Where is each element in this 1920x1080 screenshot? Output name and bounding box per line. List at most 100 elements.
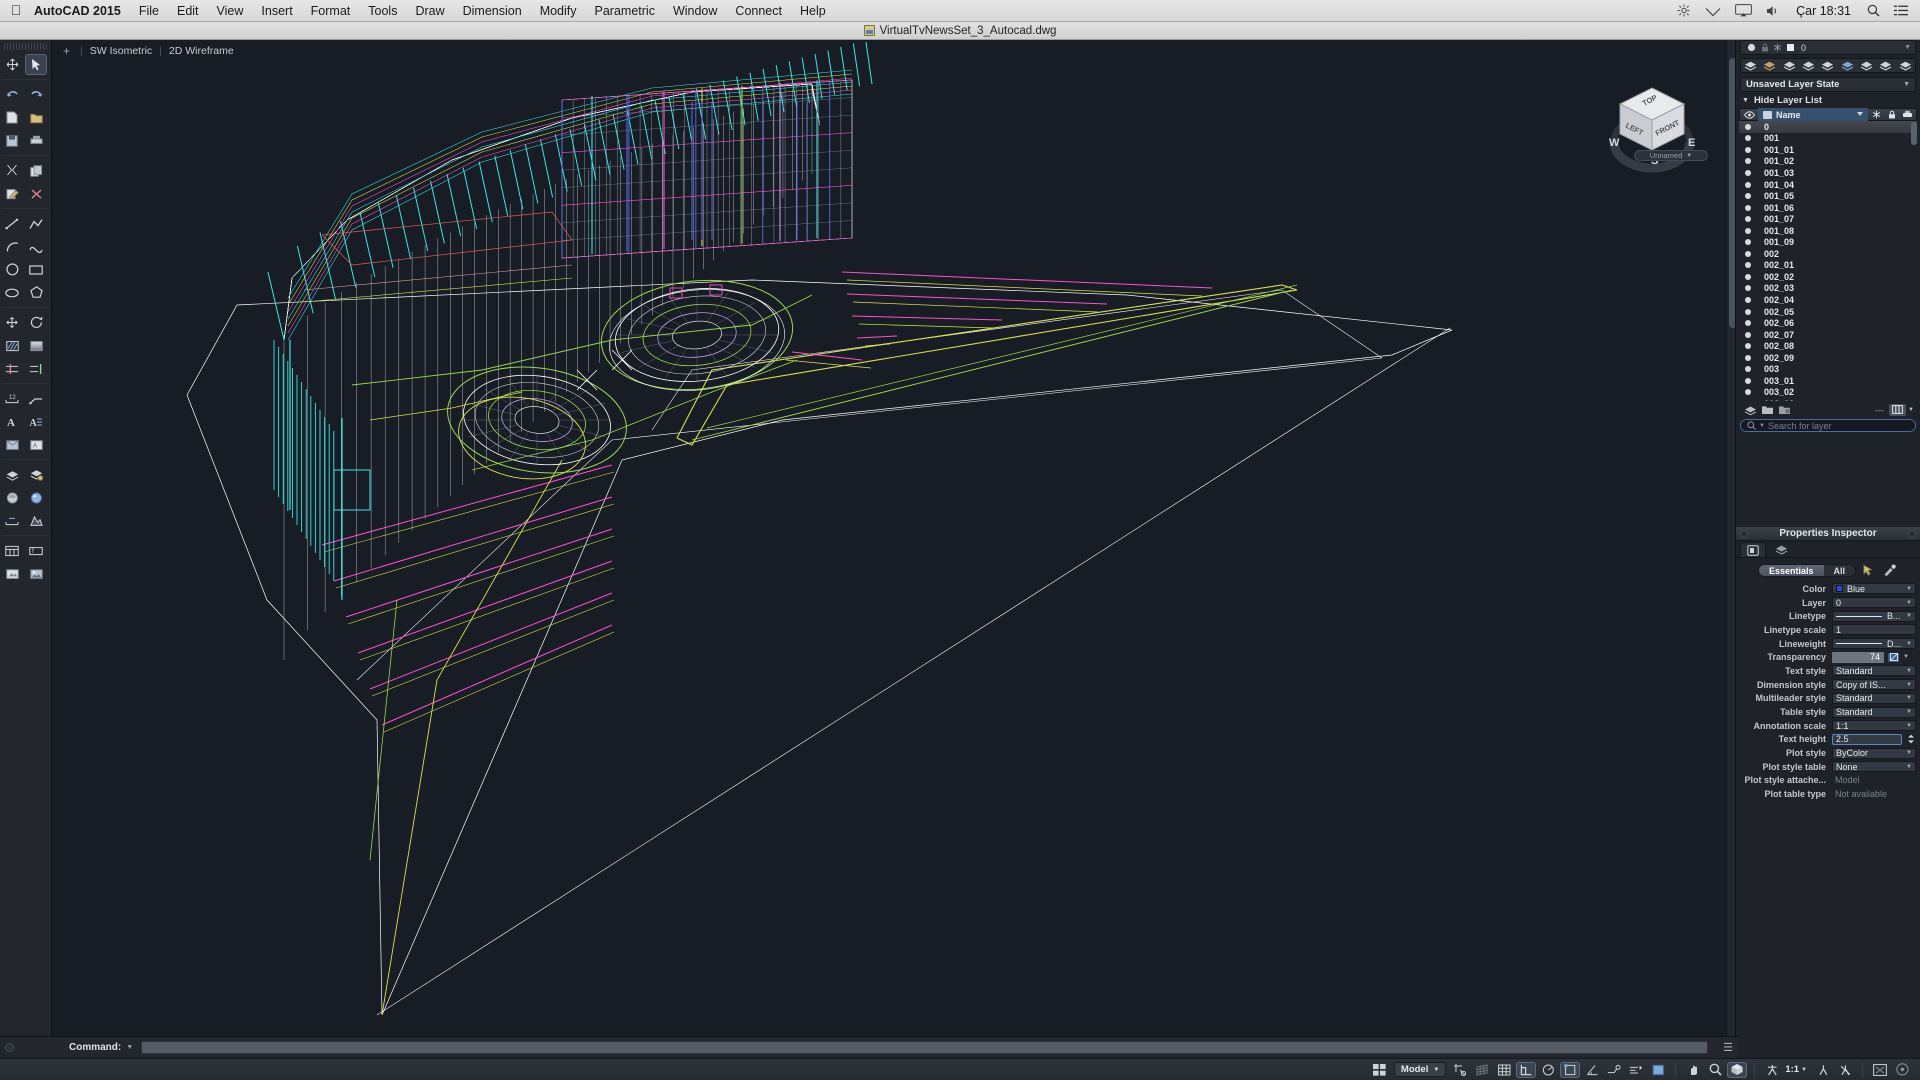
- menubar-clock[interactable]: Çar 18:31: [1787, 0, 1860, 22]
- layer-visibility-toggle[interactable]: [1739, 389, 1757, 396]
- segment-all[interactable]: All: [1823, 564, 1856, 576]
- layer-row[interactable]: 002_02: [1739, 271, 1917, 283]
- save-icon[interactable]: [1, 130, 23, 151]
- menu-edit[interactable]: Edit: [168, 0, 208, 22]
- zoom-icon[interactable]: [1705, 1062, 1725, 1078]
- layer-search-field[interactable]: ▼ Search for layer: [1740, 419, 1916, 432]
- toolbar-grip[interactable]: [4, 43, 47, 50]
- material-icon[interactable]: [25, 487, 47, 508]
- property-value-field[interactable]: ByColor ▼: [1832, 747, 1916, 759]
- annotation-auto-scale-icon[interactable]: [1835, 1062, 1855, 1078]
- ellipse-icon[interactable]: [1, 282, 23, 303]
- layer-row[interactable]: 002_05: [1739, 306, 1917, 318]
- dynamic-input-icon[interactable]: [1648, 1062, 1668, 1078]
- segment-essentials[interactable]: Essentials: [1758, 564, 1824, 576]
- menu-file[interactable]: File: [130, 0, 168, 22]
- layer-off-tool-icon[interactable]: [1820, 59, 1836, 72]
- layer-visibility-toggle[interactable]: [1739, 273, 1757, 280]
- grid-display-icon[interactable]: [1472, 1062, 1492, 1078]
- menu-modify[interactable]: Modify: [531, 0, 586, 22]
- column-name-header[interactable]: Name: [1758, 108, 1868, 121]
- layer-visibility-toggle[interactable]: [1739, 158, 1757, 165]
- erase-icon[interactable]: [25, 183, 47, 204]
- visual-style-label[interactable]: 2D Wireframe: [165, 45, 238, 57]
- drawing-canvas[interactable]: [52, 40, 1726, 1049]
- layer-icon[interactable]: [1, 464, 23, 485]
- layer-visibility-toggle[interactable]: [1739, 331, 1757, 338]
- angle-snap-icon[interactable]: [1582, 1062, 1602, 1078]
- new-layer-filter-icon[interactable]: [1776, 404, 1793, 416]
- layer-row[interactable]: 001_05: [1739, 190, 1917, 202]
- annotation-scale-icon[interactable]: [1762, 1062, 1782, 1078]
- menu-parametric[interactable]: Parametric: [586, 0, 664, 22]
- layer-visibility-toggle[interactable]: [1739, 308, 1757, 315]
- snap-icon[interactable]: [1450, 1062, 1470, 1078]
- lock-icon[interactable]: [1884, 108, 1899, 121]
- leader-icon[interactable]: [25, 388, 47, 409]
- layer-lock-icon[interactable]: [1758, 42, 1771, 54]
- layer-visibility-toggle[interactable]: [1739, 250, 1757, 257]
- command-history-icon[interactable]: ☰: [1718, 1041, 1738, 1054]
- measure-icon[interactable]: [1, 510, 23, 531]
- layer-row[interactable]: 003_02: [1739, 387, 1917, 399]
- move2-icon[interactable]: [1, 312, 23, 333]
- render-icon[interactable]: [1, 487, 23, 508]
- view-cube[interactable]: W E S N TOP LEFT FRONT: [1604, 80, 1700, 188]
- layer-row[interactable]: 001_06: [1739, 202, 1917, 214]
- layer-row[interactable]: 001_03: [1739, 167, 1917, 179]
- command-line-grip[interactable]: [5, 1043, 14, 1052]
- layer-view-mode-icon[interactable]: [1889, 403, 1907, 416]
- polar-tracking-icon[interactable]: [1538, 1062, 1558, 1078]
- layer-row[interactable]: 001_09: [1739, 236, 1917, 248]
- wifi-icon[interactable]: [1698, 0, 1728, 22]
- otrack-icon[interactable]: [1604, 1062, 1624, 1078]
- select-icon[interactable]: [25, 54, 47, 75]
- layer-row[interactable]: 002_04: [1739, 294, 1917, 306]
- menu-app-name[interactable]: AutoCAD 2015: [32, 0, 130, 22]
- menu-tools[interactable]: Tools: [359, 0, 406, 22]
- viewcube-name-dropdown[interactable]: Unnamed ▼: [1634, 150, 1708, 161]
- property-value-field[interactable]: 0 ▼: [1832, 597, 1916, 609]
- layer-on-icon[interactable]: [1745, 42, 1758, 54]
- essentials-all-segment[interactable]: Essentials All: [1757, 563, 1857, 577]
- match-properties-icon[interactable]: [1881, 563, 1898, 577]
- volume-icon[interactable]: [1759, 0, 1787, 22]
- menu-format[interactable]: Format: [302, 0, 360, 22]
- layer-row[interactable]: 002_07: [1739, 329, 1917, 341]
- layout-grid-icon[interactable]: [1370, 1062, 1390, 1078]
- layer-row[interactable]: 001_02: [1739, 156, 1917, 168]
- property-value-field[interactable]: D... ▼: [1832, 638, 1916, 650]
- layer-visibility-toggle[interactable]: [1739, 285, 1757, 292]
- menu-help[interactable]: Help: [791, 0, 835, 22]
- chevron-down-icon[interactable]: ▼: [126, 1044, 133, 1051]
- layer-visibility-toggle[interactable]: [1739, 169, 1757, 176]
- layer-visibility-toggle[interactable]: [1739, 181, 1757, 188]
- xref-icon[interactable]: [1, 563, 23, 584]
- new-icon[interactable]: [1, 107, 23, 128]
- layer-visibility-toggle[interactable]: [1739, 135, 1757, 142]
- chevron-down-icon[interactable]: ▼: [1801, 1067, 1812, 1073]
- airplay-icon[interactable]: [1670, 0, 1698, 22]
- chevron-down-icon[interactable]: ▼: [1759, 423, 1765, 429]
- layer-properties-icon[interactable]: [1743, 59, 1759, 72]
- current-layer-row[interactable]: 0 ▼: [1740, 40, 1916, 55]
- chevron-down-icon[interactable]: ▼: [1904, 44, 1911, 51]
- layer-unlock-tool-icon[interactable]: [1897, 59, 1913, 72]
- copy-icon[interactable]: [25, 160, 47, 181]
- layer-turn-all-on-icon[interactable]: [1839, 59, 1855, 72]
- property-value-field[interactable]: 2.5: [1832, 733, 1902, 745]
- screen-share-icon[interactable]: [1728, 0, 1759, 22]
- plot-icon[interactable]: [1899, 108, 1916, 121]
- ortho-icon[interactable]: [1516, 1061, 1537, 1078]
- property-value-field[interactable]: 74 ▼: [1832, 651, 1916, 663]
- layer-thaw-all-icon[interactable]: [1859, 59, 1875, 72]
- search-icon[interactable]: [1860, 0, 1887, 22]
- layer-color-swatch[interactable]: [1784, 42, 1797, 54]
- tab-object-properties[interactable]: [1740, 542, 1766, 557]
- scale-value[interactable]: 1:1: [1783, 1064, 1801, 1075]
- layer-row[interactable]: 003_03: [1739, 398, 1917, 401]
- layer-visibility-toggle[interactable]: [1739, 216, 1757, 223]
- block-icon[interactable]: [1, 434, 23, 455]
- grid-mode-icon[interactable]: [1494, 1062, 1514, 1078]
- layer-visibility-toggle[interactable]: [1739, 377, 1757, 384]
